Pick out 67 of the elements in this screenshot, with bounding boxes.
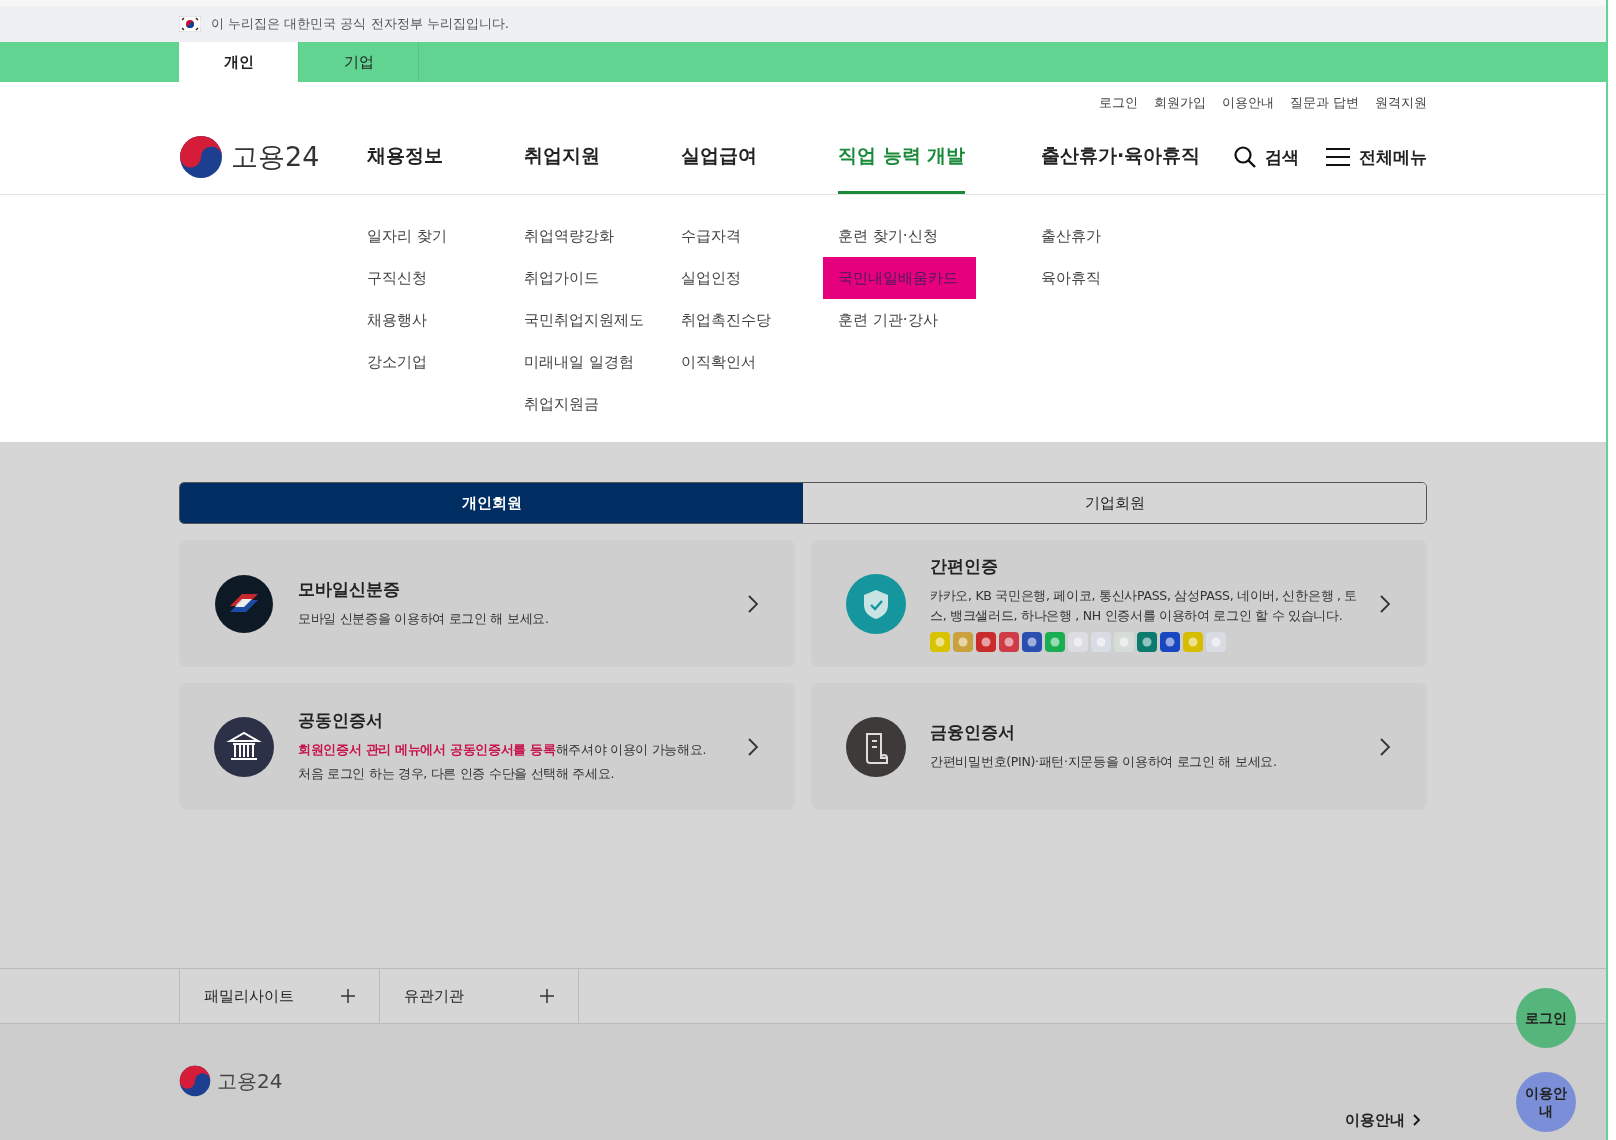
menu-icon bbox=[1325, 146, 1351, 168]
submenu-item[interactable]: 취업가이드 bbox=[509, 257, 614, 299]
logo-icon bbox=[179, 135, 223, 179]
search-icon bbox=[1233, 145, 1257, 169]
card-title: 금융인증서 bbox=[930, 721, 1016, 744]
card-title: 간편인증 bbox=[930, 555, 999, 578]
logo-icon bbox=[179, 1065, 211, 1097]
submenu-item[interactable]: 출산휴가 bbox=[1026, 215, 1116, 257]
search-button[interactable]: 검색 bbox=[1233, 145, 1299, 169]
utility-link[interactable]: 질문과 답변 bbox=[1289, 94, 1359, 120]
login-card[interactable]: 공동인증서 회원인증서 관리 메뉴에서 공동인증서를 등록해주셔야 이용이 가능해요. 처음 로그인 하는 경우, 다른 인증 수단을 선택해 주세요. bbox=[179, 683, 795, 810]
submenu-item[interactable]: 국민취업지원제도 bbox=[509, 299, 659, 341]
card-description: 카카오, KB 국민은행, 페이코, 통신사PASS, 삼성PASS, 네이버, 신한은행 , 토스, 뱅크샐러드, 하나은행 , NH 인증서를 이용하여 로그인 할 수 있습니다. bbox=[930, 587, 1358, 625]
card-stack-icon bbox=[214, 573, 274, 634]
submenu-item[interactable]: 이직확인서 bbox=[666, 341, 771, 383]
shield-check-icon bbox=[846, 573, 906, 634]
card-title: 모바일신분증 bbox=[298, 578, 401, 601]
floating-button[interactable]: 로그인 bbox=[1516, 988, 1576, 1048]
footer-dropdown[interactable]: 유관기관 bbox=[379, 969, 579, 1023]
submenu-item[interactable]: 취업촉진수당 bbox=[666, 299, 786, 341]
nav-item[interactable]: 출산휴가·육아휴직 bbox=[1041, 120, 1201, 194]
nav-item[interactable]: 실업급여 bbox=[681, 120, 757, 194]
plus-icon bbox=[540, 989, 554, 1003]
card-title: 공동인증서 bbox=[298, 709, 384, 732]
utility-link[interactable]: 원격지원 bbox=[1375, 94, 1427, 120]
card-description: 처음 로그인 하는 경우, 다른 인증 수단을 선택해 주세요. bbox=[298, 765, 616, 783]
submenu-item[interactable]: 미래내일 일경험 bbox=[509, 341, 649, 383]
nav-item[interactable]: 취업지원 bbox=[524, 120, 600, 194]
submenu-item[interactable]: 육아휴직 bbox=[1026, 257, 1116, 299]
submenu-item[interactable]: 수급자격 bbox=[666, 215, 756, 257]
document-icon bbox=[846, 716, 906, 777]
flag-icon bbox=[179, 16, 201, 32]
card-description: 모바일 신분증을 이용하여 로그인 해 보세요. bbox=[298, 610, 550, 628]
audience-tab[interactable]: 개인 bbox=[179, 42, 299, 82]
utility-link[interactable]: 회원가입 bbox=[1153, 94, 1206, 120]
submenu-item[interactable]: 취업지원금 bbox=[509, 383, 614, 425]
chevron-right-icon bbox=[1379, 593, 1391, 614]
all-menu-button[interactable]: 전체메뉴 bbox=[1325, 145, 1427, 169]
submenu-item[interactable]: 강소기업 bbox=[352, 341, 442, 383]
card-description: 회원인증서 관리 메뉴에서 공동인증서를 등록해주셔야 이용이 가능해요. bbox=[298, 741, 708, 759]
footer-dropdown[interactable]: 패밀리사이트 bbox=[179, 969, 379, 1023]
nav-item[interactable]: 채용정보 bbox=[367, 120, 443, 194]
plus-icon bbox=[341, 989, 355, 1003]
member-tab[interactable]: 개인회원 bbox=[180, 483, 803, 523]
chevron-right-icon bbox=[747, 736, 759, 757]
login-card[interactable]: 간편인증 카카오, KB 국민은행, 페이코, 통신사PASS, 삼성PASS, 네이버, 신한은행 , 토스, 뱅크샐러드, 하나은행 , NH 인증서를 이용하여 로그인 할 수 있습니다. bbox=[811, 540, 1427, 667]
submenu-item[interactable]: 채용행사 bbox=[352, 299, 442, 341]
submenu-item[interactable]: 훈련 기관·강사 bbox=[823, 299, 953, 341]
submenu-item[interactable]: 실업인정 bbox=[666, 257, 756, 299]
floating-button[interactable]: 이용안내 bbox=[1516, 1072, 1576, 1132]
submenu-item[interactable]: 일자리 찾기 bbox=[352, 215, 462, 257]
chevron-right-icon bbox=[1413, 1114, 1421, 1126]
utility-link[interactable]: 이용안내 bbox=[1221, 94, 1274, 120]
gov-banner-text: 이 누리집은 대한민국 공식 전자정부 누리집입니다. bbox=[211, 15, 509, 33]
login-card[interactable]: 모바일신분증 모바일 신분증을 이용하여 로그인 해 보세요. bbox=[179, 540, 795, 667]
guide-link[interactable]: 이용안내 bbox=[1345, 1110, 1421, 1130]
chevron-right-icon bbox=[747, 593, 759, 614]
bank-building-icon bbox=[214, 716, 274, 777]
submenu-item[interactable]: 훈련 찾기·신청 bbox=[823, 215, 953, 257]
submenu-item[interactable]: 구직신청 bbox=[352, 257, 442, 299]
card-description: 간편비밀번호(PIN)·패턴·지문등을 이용하여 로그인 해 보세요. bbox=[930, 753, 1278, 771]
submenu-item[interactable]: 취업역량강화 bbox=[509, 215, 629, 257]
chevron-right-icon bbox=[1379, 736, 1391, 757]
utility-link[interactable]: 로그인 bbox=[1098, 94, 1138, 120]
footer-logo-text: 고용24 bbox=[217, 1067, 283, 1095]
logo-text: 고용24 bbox=[231, 140, 320, 174]
login-card[interactable]: 금융인증서 간편비밀번호(PIN)·패턴·지문등을 이용하여 로그인 해 보세요. bbox=[811, 683, 1427, 810]
